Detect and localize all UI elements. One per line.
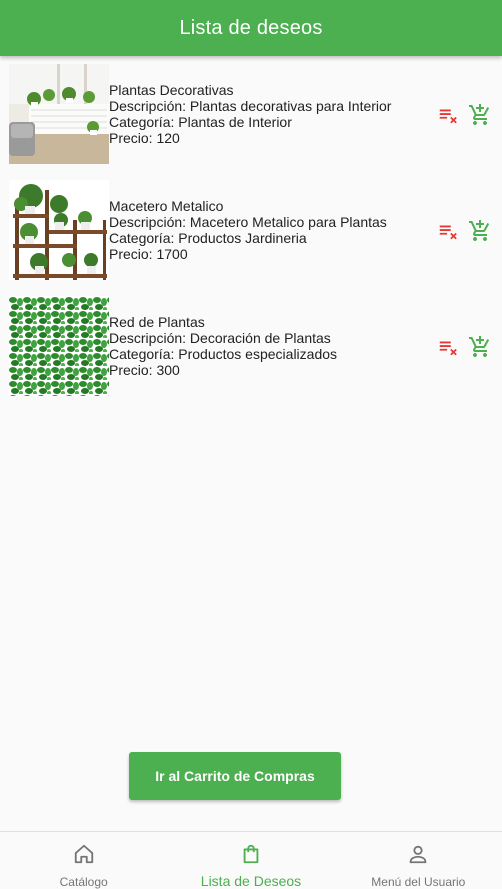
playlist-remove-icon[interactable] (436, 219, 460, 243)
nav-label: Lista de Deseos (200, 873, 302, 889)
product-description: Descripción: Macetero Metalico para Plan… (109, 214, 387, 230)
playlist-remove-icon[interactable] (436, 103, 460, 127)
person-icon (407, 843, 429, 870)
home-icon (73, 843, 95, 870)
nav-label: Catálogo (59, 875, 108, 889)
product-category: Categoría: Productos Jardineria (109, 230, 307, 246)
product-category: Categoría: Productos especializados (109, 346, 338, 362)
product-info: Macetero Metalico Descripción: Macetero … (109, 198, 387, 262)
product-image (9, 296, 109, 396)
add-shopping-cart-icon[interactable] (468, 335, 492, 359)
app-bar: Lista de deseos (0, 0, 502, 56)
item-actions (436, 103, 492, 127)
product-name: Macetero Metalico (109, 198, 224, 214)
product-price: Precio: 1700 (109, 246, 188, 262)
product-category: Categoría: Plantas de Interior (109, 114, 292, 130)
page-title: Lista de deseos (179, 16, 323, 39)
product-description: Descripción: Plantas decorativas para In… (109, 98, 392, 114)
product-description: Descripción: Decoración de Plantas (109, 330, 331, 346)
product-info: Plantas Decorativas Descripción: Plantas… (109, 82, 391, 146)
product-info: Red de Plantas Descripción: Decoración d… (109, 314, 337, 378)
nav-item-lista-de-deseos[interactable]: Lista de Deseos (167, 832, 334, 889)
go-to-cart-button[interactable]: Ir al Carrito de Compras (129, 752, 341, 800)
list-item: Plantas Decorativas Descripción: Plantas… (0, 56, 502, 172)
product-name: Plantas Decorativas (109, 82, 234, 98)
bottom-navigation: Catálogo Lista de Deseos Menú del Usuari… (0, 831, 502, 889)
product-price: Precio: 300 (109, 362, 180, 378)
wishlist: Plantas Decorativas Descripción: Plantas… (0, 56, 502, 404)
nav-item-menu-del-usuario[interactable]: Menú del Usuario (335, 832, 502, 889)
product-price: Precio: 120 (109, 130, 180, 146)
product-image (9, 180, 109, 280)
nav-item-catalogo[interactable]: Catálogo (0, 832, 167, 889)
nav-label: Menú del Usuario (371, 875, 466, 889)
playlist-remove-icon[interactable] (436, 335, 460, 359)
item-actions (436, 219, 492, 243)
list-item: Macetero Metalico Descripción: Macetero … (0, 172, 502, 288)
product-image (9, 64, 109, 164)
add-shopping-cart-icon[interactable] (468, 103, 492, 127)
item-actions (436, 335, 492, 359)
list-item: Red de Plantas Descripción: Decoración d… (0, 288, 502, 404)
product-name: Red de Plantas (109, 314, 205, 330)
add-shopping-cart-icon[interactable] (468, 219, 492, 243)
shopping-bag-icon (240, 843, 262, 870)
